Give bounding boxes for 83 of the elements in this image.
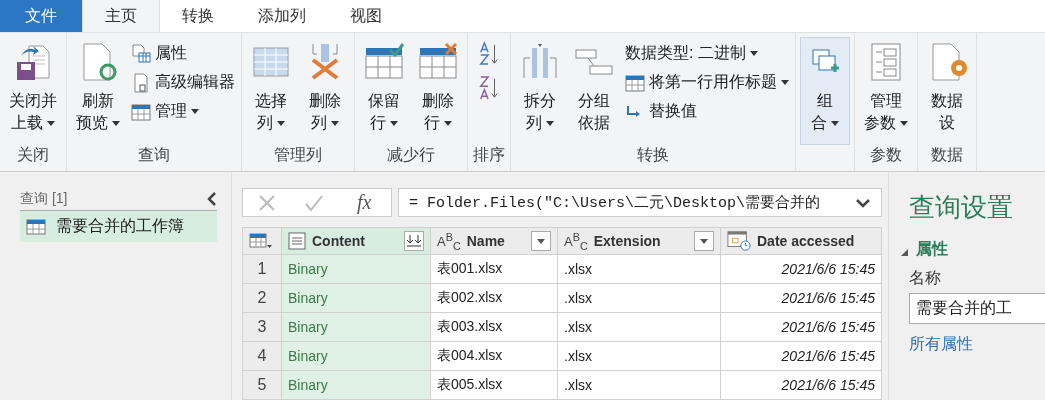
list-icon bbox=[288, 232, 306, 250]
table-cell: .xlsx bbox=[557, 312, 721, 342]
table-cell: .xlsx bbox=[557, 254, 721, 284]
group-label: 数据 bbox=[930, 145, 964, 165]
ribbon-button[interactable]: 替换值 bbox=[623, 99, 791, 124]
table-cell: 表004.xlsx bbox=[430, 341, 558, 371]
queries-title: 查询 [1] bbox=[20, 190, 68, 208]
column-header[interactable]: A$^{B}$$_{C}$ Name bbox=[430, 227, 558, 255]
ribbon-button[interactable]: 高级编辑器 bbox=[129, 70, 237, 95]
ribbon-button[interactable]: 将第一行用作标题 bbox=[623, 70, 791, 95]
ribbon-button[interactable]: 删除 行 bbox=[413, 37, 463, 145]
ribbon-button[interactable]: 选择 列 bbox=[246, 37, 296, 145]
ribbon-button[interactable]: 属性 bbox=[129, 41, 237, 66]
table-cell: Binary bbox=[281, 283, 431, 313]
fx-button[interactable]: fx bbox=[350, 190, 378, 215]
row-number: 2 bbox=[242, 283, 282, 313]
group-label: 查询 bbox=[137, 145, 171, 165]
query-item[interactable]: 需要合并的工作簿 bbox=[20, 211, 217, 242]
collapse-icon[interactable] bbox=[207, 192, 217, 206]
section-title: 属性 bbox=[916, 239, 948, 259]
table-cell: 2021/6/6 15:45 bbox=[720, 370, 882, 400]
formula-field[interactable]: = Folder.Files("C:\Users\二元\Desktop\需要合并的 bbox=[398, 188, 882, 217]
expand-icon[interactable] bbox=[404, 231, 424, 251]
sort-descending-icon[interactable] bbox=[478, 75, 500, 101]
table-cell: 2021/6/6 15:45 bbox=[720, 283, 882, 313]
table-cell: 2021/6/6 15:45 bbox=[720, 312, 882, 342]
table-cell: Binary bbox=[281, 341, 431, 371]
table-cell: Binary bbox=[281, 370, 431, 400]
filter-dropdown-icon[interactable] bbox=[694, 231, 714, 251]
table-cell: 表005.xlsx bbox=[430, 370, 558, 400]
ribbon-button[interactable]: 管理 bbox=[129, 99, 237, 124]
ribbon-button[interactable]: 删除 列 bbox=[300, 37, 350, 145]
column-header[interactable]: Date accessed bbox=[720, 227, 882, 255]
sort-ascending-icon[interactable] bbox=[478, 41, 500, 67]
ribbon-button[interactable]: 管理 参数 bbox=[859, 37, 913, 145]
ribbon-button[interactable]: 组 合 bbox=[800, 37, 850, 145]
group-label: 关闭 bbox=[16, 145, 50, 165]
table-cell: 2021/6/6 15:45 bbox=[720, 341, 882, 371]
table-icon bbox=[625, 72, 645, 93]
field-label: 名称 bbox=[909, 268, 942, 288]
row-number: 3 bbox=[242, 312, 282, 342]
table-cell: 表001.xlsx bbox=[430, 254, 558, 284]
group-label: 排序 bbox=[472, 145, 506, 165]
table-cell: Binary bbox=[281, 254, 431, 284]
table-cell: 表003.xlsx bbox=[430, 312, 558, 342]
table-icon bbox=[131, 101, 151, 122]
panel-title: 查询设置 bbox=[909, 191, 1014, 224]
ribbon-button[interactable]: 关闭并 上载 bbox=[4, 37, 62, 145]
table-cell: .xlsx bbox=[557, 283, 721, 313]
group-label: 减少行 bbox=[386, 145, 436, 165]
row-number: 4 bbox=[242, 341, 282, 371]
ribbon-button[interactable]: 拆分 列 bbox=[515, 37, 565, 145]
calendar-clock-icon bbox=[727, 230, 751, 252]
table-cell: .xlsx bbox=[557, 370, 721, 400]
column-header[interactable]: Content bbox=[281, 227, 431, 255]
column-name: Date accessed bbox=[757, 233, 856, 249]
table-cell: 2021/6/6 15:45 bbox=[720, 254, 882, 284]
name-field[interactable]: 需要合并的工 bbox=[909, 293, 1045, 324]
filter-dropdown-icon[interactable] bbox=[531, 231, 551, 251]
ribbon-button[interactable]: 分组 依据 bbox=[569, 37, 619, 145]
table-cell: 表002.xlsx bbox=[430, 283, 558, 313]
ribbon-button[interactable]: 数据类型: 二进制 bbox=[623, 41, 791, 66]
table-icon bbox=[249, 232, 273, 250]
column-name: Name bbox=[466, 233, 506, 249]
table-menu-button[interactable] bbox=[242, 227, 282, 255]
column-name: Content bbox=[312, 233, 366, 249]
ribbon-button[interactable]: 保留 行 bbox=[359, 37, 409, 145]
all-properties-link[interactable]: 所有属性 bbox=[909, 334, 1045, 355]
table-icon bbox=[26, 218, 46, 235]
ribbon-tab[interactable]: 主页 bbox=[82, 0, 160, 32]
ribbon-tab[interactable]: 文件 bbox=[0, 0, 82, 32]
group-label: 转换 bbox=[636, 145, 670, 165]
column-header[interactable]: A$^{B}$$_{C}$ Extension bbox=[557, 227, 721, 255]
ribbon-button[interactable]: 刷新 预览 bbox=[71, 37, 125, 145]
chevron-down-icon[interactable] bbox=[855, 197, 871, 208]
table-cell: Binary bbox=[281, 312, 431, 342]
group-label: 管理列 bbox=[273, 145, 323, 165]
table-cell: .xlsx bbox=[557, 341, 721, 371]
ribbon-button[interactable]: 数据 设 bbox=[922, 37, 972, 145]
column-name: Extension bbox=[593, 233, 662, 249]
row-number: 5 bbox=[242, 370, 282, 400]
row-number: 1 bbox=[242, 254, 282, 284]
group-label: 参数 bbox=[869, 145, 903, 165]
